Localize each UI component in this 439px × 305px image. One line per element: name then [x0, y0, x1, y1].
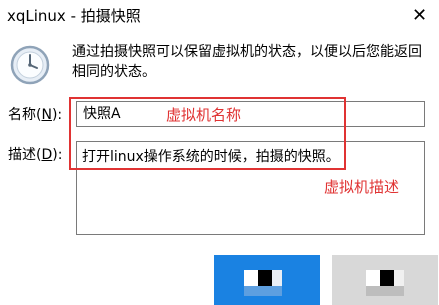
cancel-button-pixelated-label-4	[366, 286, 404, 296]
ok-button-pixelated-label-4	[244, 286, 282, 296]
name-label-prefix: 名称(	[8, 107, 42, 123]
name-label-suffix: ):	[51, 107, 63, 123]
clock-icon	[10, 45, 50, 85]
window-title: xqLinux - 拍摄快照	[7, 7, 141, 25]
ok-button-pixelated-label-3	[272, 270, 282, 286]
name-label: 名称(N):	[8, 105, 62, 125]
close-button[interactable]: ✕	[403, 2, 437, 32]
title-bar: xqLinux - 拍摄快照 ✕	[0, 0, 439, 34]
annotation-name-note: 虚拟机名称	[166, 106, 242, 124]
ok-button-pixelated-label	[244, 270, 258, 286]
close-icon: ✕	[412, 5, 428, 26]
description-label-accelerator: D	[41, 147, 53, 163]
description-label-suffix: ):	[52, 147, 63, 163]
info-text: 通过拍摄快照可以保留虚拟机的状态，以便以后您能返回相同的状态。	[72, 44, 422, 80]
cancel-button[interactable]	[332, 255, 438, 305]
cancel-button-pixelated-label-3	[394, 270, 404, 286]
cancel-button-pixelated-label-2	[380, 270, 394, 286]
description-label: 描述(D):	[8, 145, 62, 165]
description-label-prefix: 描述(	[8, 147, 42, 163]
name-label-accelerator: N	[41, 107, 52, 123]
ok-button-pixelated-label-2	[258, 270, 272, 286]
ok-button[interactable]	[214, 255, 320, 305]
annotation-description-note: 虚拟机描述	[324, 178, 400, 196]
cancel-button-pixelated-label	[366, 270, 380, 286]
